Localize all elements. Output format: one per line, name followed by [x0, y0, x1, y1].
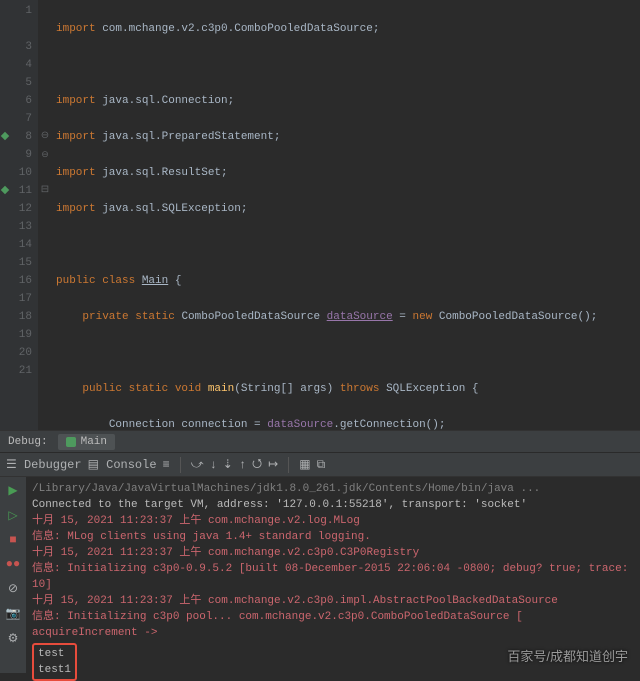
console-line: 十月 15, 2021 11:23:37 上午 com.mchange.v2.l…: [32, 513, 634, 529]
step-over-icon[interactable]: ⤻: [191, 458, 204, 472]
trace-icon[interactable]: ⧉: [317, 458, 326, 472]
debug-label: Debug:: [8, 436, 48, 448]
code-content[interactable]: import com.mchange.v2.c3p0.ComboPooledDa…: [52, 0, 640, 430]
evaluate-icon[interactable]: ▦: [299, 457, 310, 472]
debug-session-tab[interactable]: Main: [58, 434, 115, 450]
step-out-icon[interactable]: ↑: [239, 458, 246, 472]
console-line: 信息: Initializing c3p0-0.9.5.2 [built 08-…: [32, 561, 634, 593]
code-editor[interactable]: 1 3 4 5 6 7 8 9 10 11 12 13 14 15 16 17 …: [0, 0, 640, 430]
tab-debugger[interactable]: ☰ Debugger: [6, 457, 82, 472]
highlighted-output: test test1: [32, 643, 77, 681]
run-config-icon: [66, 437, 76, 447]
console-line: 十月 15, 2021 11:23:37 上午 com.mchange.v2.c…: [32, 593, 634, 609]
console-output[interactable]: /Library/Java/JavaVirtualMachines/jdk1.8…: [26, 477, 640, 673]
rerun-icon[interactable]: ▶: [8, 483, 17, 498]
watermark-text: 百家号/成都知道创宇: [507, 649, 628, 665]
line-gutter: 1 3 4 5 6 7 8 9 10 11 12 13 14 15 16 17 …: [0, 0, 38, 430]
run-to-cursor-icon[interactable]: ↦: [268, 457, 278, 472]
debug-toolbar: ☰ Debugger ▤ Console ≡ ⤻ ↓ ⇣ ↑ ⭯ ↦ ▦ ⧉: [0, 452, 640, 476]
settings-icon[interactable]: ⚙: [8, 631, 19, 646]
force-step-into-icon[interactable]: ⇣: [223, 457, 233, 472]
drop-frame-icon[interactable]: ⭯: [252, 454, 262, 475]
console-line: 信息: MLog clients using java 1.4+ standar…: [32, 529, 634, 545]
fold-column[interactable]: ⊖⊖ ⊟: [38, 0, 52, 430]
console-line: 十月 15, 2021 11:23:37 上午 com.mchange.v2.c…: [32, 545, 634, 561]
debug-tool-window-header: Debug: Main: [0, 430, 640, 452]
mute-breakpoints-icon[interactable]: ⊘: [8, 581, 18, 596]
step-into-icon[interactable]: ↓: [210, 458, 217, 472]
threads-icon[interactable]: ≡: [163, 458, 170, 472]
breakpoints-icon[interactable]: ●●: [6, 557, 20, 571]
stop-icon[interactable]: ■: [9, 533, 16, 547]
tab-console[interactable]: ▤ Console: [88, 457, 157, 472]
console-line: /Library/Java/JavaVirtualMachines/jdk1.8…: [32, 481, 634, 497]
resume-icon[interactable]: ▷: [8, 508, 17, 523]
console-line: Connected to the target VM, address: '12…: [32, 497, 634, 513]
console-line: 信息: Initializing c3p0 pool... com.mchang…: [32, 609, 634, 641]
get-thread-dump-icon[interactable]: 📷: [6, 606, 21, 621]
debug-side-toolbar: ▶ ▷ ■ ●● ⊘ 📷 ⚙: [0, 477, 26, 673]
